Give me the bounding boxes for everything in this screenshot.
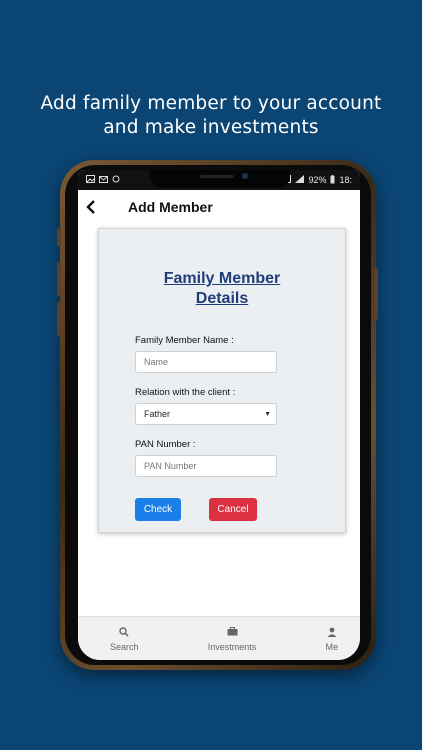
- bottom-navigation: Search Investments Me: [78, 616, 360, 660]
- status-time: 18:: [339, 175, 352, 185]
- app-bar: Add Member: [78, 190, 360, 224]
- earpiece-speaker: [200, 175, 234, 178]
- battery-icon: [330, 174, 335, 186]
- user-icon: [326, 626, 338, 638]
- briefcase-icon: [226, 626, 238, 638]
- nav-item-search[interactable]: Search: [110, 617, 139, 660]
- signal-icon: [295, 175, 305, 185]
- chevron-left-icon[interactable]: [80, 196, 102, 218]
- search-icon: [118, 626, 130, 638]
- relation-select[interactable]: Father ▼: [135, 403, 277, 425]
- page-title: Add Member: [128, 199, 213, 215]
- check-button[interactable]: Check: [135, 498, 181, 521]
- phone-power-button: [374, 268, 378, 320]
- family-member-form-card: Family Member Details Family Member Name…: [98, 228, 346, 533]
- front-camera: [242, 173, 248, 179]
- form-title: Family Member Details: [99, 269, 345, 309]
- nav-label-investments: Investments: [207, 641, 257, 652]
- dropdown-caret-icon: ▼: [264, 410, 271, 418]
- pan-label: PAN Number :: [135, 439, 196, 450]
- nav-label-me: Me: [325, 641, 338, 652]
- cancel-button[interactable]: Cancel: [209, 498, 257, 521]
- battery-percent: 92%: [308, 175, 327, 185]
- status-right-icons: 92% 18:: [283, 174, 352, 186]
- nav-label-search: Search: [110, 641, 139, 652]
- name-placeholder: Name: [144, 357, 169, 367]
- pan-placeholder: PAN Number: [144, 461, 197, 471]
- name-input[interactable]: Name: [135, 351, 277, 373]
- status-bar: 92% 18:: [78, 170, 360, 190]
- image-icon: [86, 175, 95, 185]
- mail-icon: [99, 175, 108, 185]
- pan-input[interactable]: PAN Number: [135, 455, 277, 477]
- phone-volume-up: [57, 262, 61, 296]
- nav-item-me[interactable]: Me: [325, 617, 338, 660]
- phone-side-button: [57, 228, 61, 246]
- promo-caption: Add family member to your account and ma…: [0, 92, 422, 140]
- form-title-line-2: Details: [195, 290, 249, 307]
- sync-icon: [112, 175, 120, 185]
- camera-notch: [150, 170, 290, 188]
- name-label: Family Member Name :: [135, 335, 234, 346]
- relation-label: Relation with the client :: [135, 387, 236, 398]
- phone-screen: 92% 18: Add Member Family Member Details…: [78, 170, 360, 660]
- nav-item-investments[interactable]: Investments: [207, 617, 257, 660]
- form-title-line-1: Family Member: [163, 270, 281, 287]
- promo-line-1: Add family member to your account: [40, 93, 382, 114]
- status-left-icons: [86, 175, 120, 185]
- relation-selected-value: Father: [144, 409, 171, 419]
- promo-line-2: and make investments: [103, 117, 319, 138]
- phone-volume-down: [57, 302, 61, 336]
